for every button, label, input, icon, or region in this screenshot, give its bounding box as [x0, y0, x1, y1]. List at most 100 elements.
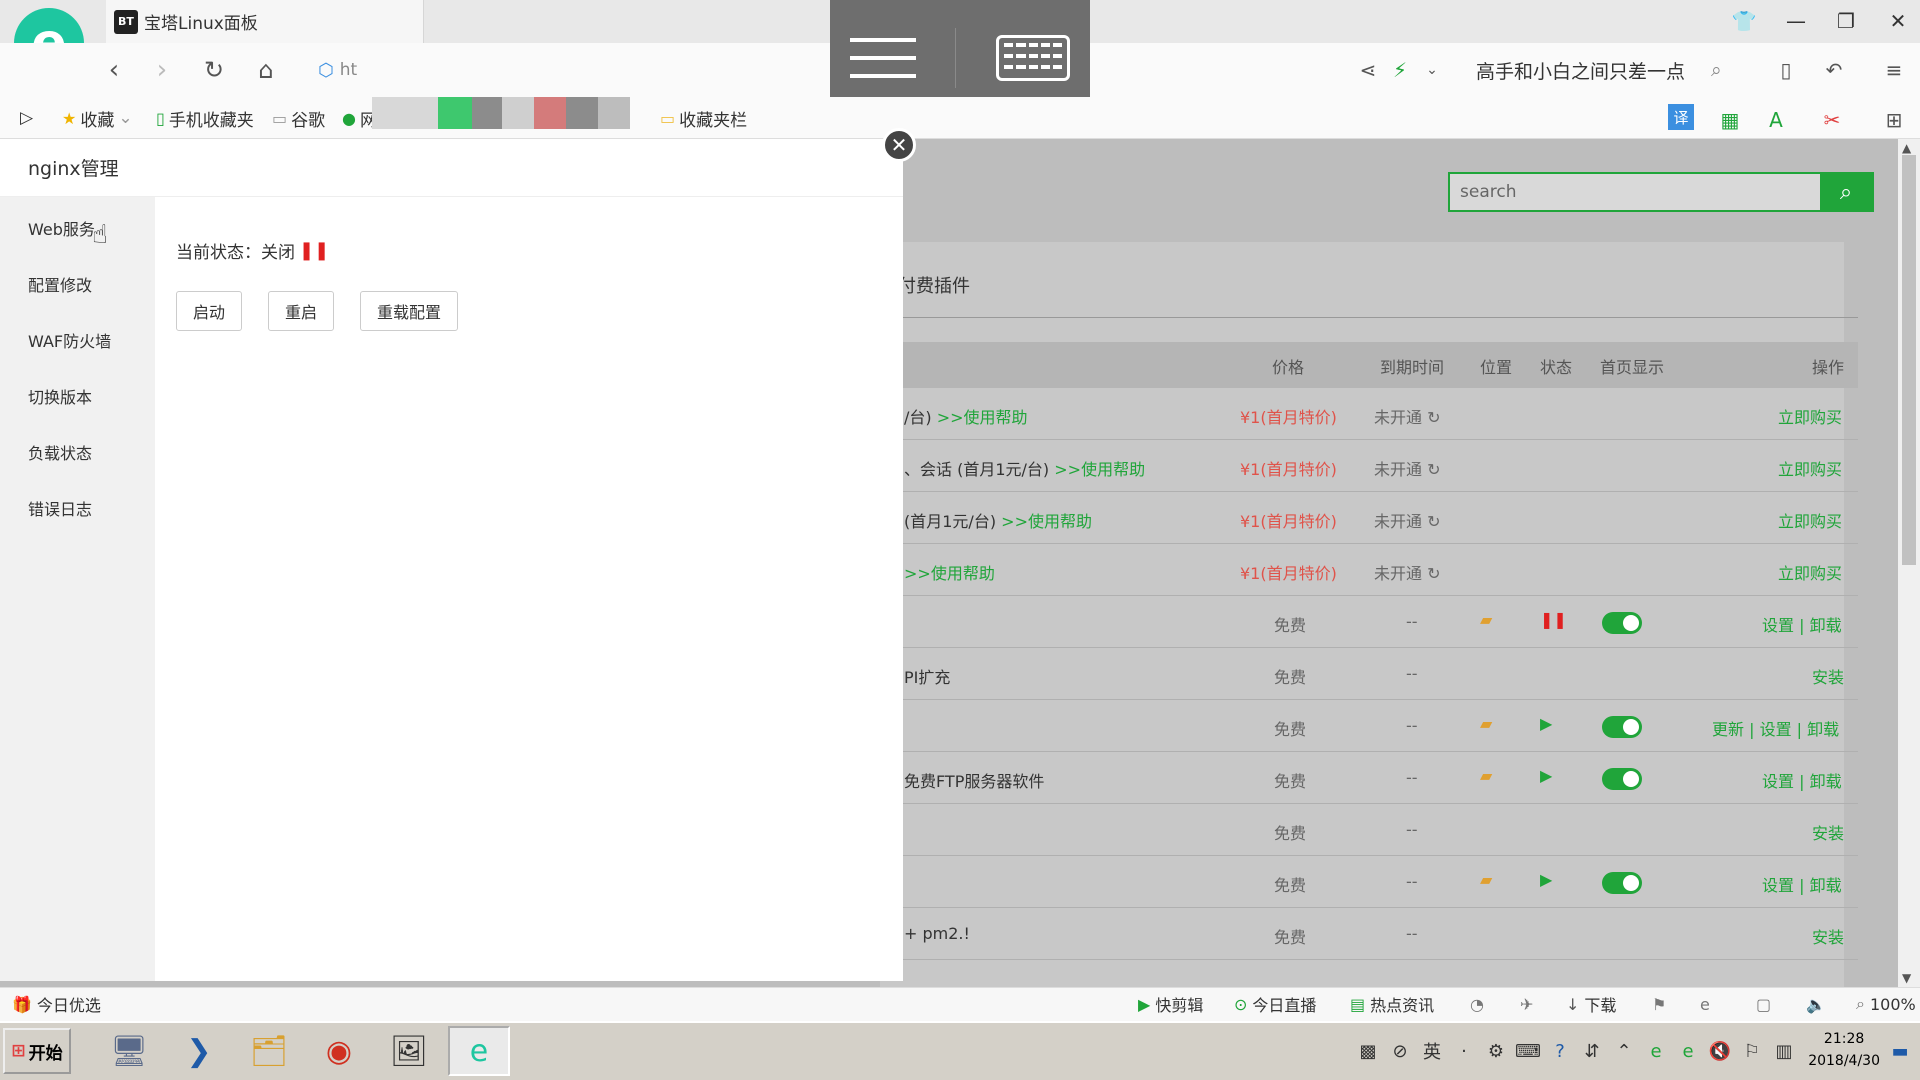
sidebar-toggle-icon[interactable]: ▷: [20, 104, 33, 132]
menu-web-service[interactable]: Web服务: [28, 216, 95, 240]
translate-icon[interactable]: 译: [1668, 104, 1694, 130]
browser-tray-icon[interactable]: e: [1640, 1041, 1672, 1062]
home-toggle[interactable]: [1602, 612, 1642, 634]
apps-grid-icon[interactable]: ⊞: [1878, 104, 1910, 136]
help-icon[interactable]: ?: [1544, 1041, 1576, 1062]
browser-tray-icon-2[interactable]: e: [1672, 1041, 1704, 1062]
page-scrollbar[interactable]: ▲ ▼: [1898, 139, 1920, 987]
window-icon[interactable]: ▢: [1756, 992, 1771, 1016]
refresh-icon[interactable]: ↻: [1427, 460, 1440, 479]
row-actions[interactable]: 设置 | 卸载: [1762, 872, 1842, 896]
close-window-button[interactable]: ✕: [1878, 6, 1918, 36]
help-link[interactable]: >>使用帮助: [1054, 460, 1145, 479]
hamburger-icon[interactable]: [849, 37, 916, 78]
sound-muted-icon[interactable]: 🔇: [1704, 1041, 1736, 1062]
block-icon[interactable]: ⊘: [1384, 1041, 1416, 1062]
address-bar[interactable]: ⬡ ht: [318, 56, 678, 84]
reader-icon[interactable]: ▦: [1714, 104, 1746, 136]
install-link[interactable]: 安装: [1812, 820, 1844, 844]
start-button[interactable]: 启动: [176, 291, 242, 331]
pin-icon[interactable]: ✈: [1520, 992, 1533, 1016]
start-button[interactable]: ⊞ 开始: [3, 1028, 71, 1074]
menu-error-log[interactable]: 错误日志: [28, 496, 92, 520]
chevron-down-icon[interactable]: ⌄: [1416, 54, 1448, 86]
menu-version[interactable]: 切换版本: [28, 384, 92, 408]
ie-icon[interactable]: e: [1700, 992, 1710, 1016]
minimize-button[interactable]: —: [1776, 6, 1816, 36]
reload-config-button[interactable]: 重载配置: [360, 291, 458, 331]
qr-icon[interactable]: ▩: [1352, 1041, 1384, 1062]
folder-icon[interactable]: ▰: [1480, 870, 1492, 889]
back-icon[interactable]: ‹: [96, 52, 132, 88]
buy-link[interactable]: 立即购买: [1778, 404, 1842, 428]
ime-indicator[interactable]: 英: [1416, 1038, 1448, 1064]
folder-icon[interactable]: ▰: [1480, 766, 1492, 785]
refresh-icon[interactable]: ↻: [1427, 564, 1440, 583]
row-actions[interactable]: 更新 | 设置 | 卸载: [1712, 716, 1839, 740]
quick-edit[interactable]: ▶ 快剪辑: [1138, 992, 1203, 1016]
help-link[interactable]: >>使用帮助: [937, 408, 1028, 427]
install-link[interactable]: 安装: [1812, 924, 1844, 948]
monitor-icon[interactable]: ▥: [1768, 1041, 1800, 1062]
scissors-icon[interactable]: ✂: [1816, 104, 1848, 136]
folder-icon[interactable]: ▰: [1480, 610, 1492, 629]
close-icon[interactable]: ✕: [882, 128, 916, 162]
keyboard-tray-icon[interactable]: ⌨: [1512, 1041, 1544, 1062]
buy-link[interactable]: 立即购买: [1778, 560, 1842, 584]
hot-news[interactable]: ▤ 热点资讯: [1350, 992, 1434, 1016]
pause-icon[interactable]: ❚❚: [1540, 610, 1567, 629]
show-desktop-icon[interactable]: ▬: [1884, 1041, 1916, 1062]
buy-link[interactable]: 立即购买: [1778, 508, 1842, 532]
folder-icon[interactable]: ▰: [1480, 714, 1492, 733]
refresh-icon[interactable]: ↻: [1427, 408, 1440, 427]
speed-dial-icon[interactable]: ◔: [1470, 992, 1484, 1016]
show-hidden-icon[interactable]: ⌃: [1608, 1041, 1640, 1062]
install-link[interactable]: 安装: [1812, 664, 1844, 688]
restore-button[interactable]: ❐: [1826, 6, 1866, 36]
photo-app-icon[interactable]: 🖼: [378, 1026, 440, 1076]
tray-menu-icon[interactable]: ⇵: [1576, 1041, 1608, 1062]
app-red-icon[interactable]: ◉: [308, 1026, 370, 1076]
bookmark-mobile[interactable]: ▯ 手机收藏夹: [156, 104, 254, 132]
bookmark-favorites[interactable]: ★ 收藏 ⌄: [62, 104, 133, 132]
downloads[interactable]: ↓ 下载: [1566, 992, 1616, 1016]
row-actions[interactable]: 设置 | 卸载: [1762, 612, 1842, 636]
powershell-icon[interactable]: ❯: [168, 1026, 230, 1076]
home-toggle[interactable]: [1602, 768, 1642, 790]
menu-config[interactable]: 配置修改: [28, 272, 92, 296]
browser-search-box[interactable]: 高手和小白之间只差一点 ⌕: [1476, 52, 1722, 88]
server-manager-icon[interactable]: 🖥: [98, 1026, 160, 1076]
menu-icon[interactable]: ≡: [1878, 54, 1910, 86]
refresh-icon[interactable]: ↻: [1427, 512, 1440, 531]
skin-icon[interactable]: 👕: [1724, 6, 1764, 36]
bookmark-google[interactable]: ▭ 谷歌: [272, 104, 325, 132]
bookmark-bar-folder[interactable]: ▭ 收藏夹栏: [660, 104, 747, 132]
menu-load-status[interactable]: 负载状态: [28, 440, 92, 464]
keyboard-icon[interactable]: [996, 34, 1071, 81]
refresh-icon[interactable]: ↻: [196, 52, 232, 88]
play-icon[interactable]: ▶: [1540, 870, 1552, 889]
browser-taskbar-icon[interactable]: e: [448, 1026, 510, 1076]
help-link[interactable]: >>使用帮助: [904, 564, 995, 583]
forward-icon[interactable]: ›: [144, 52, 180, 88]
volume-icon[interactable]: 🔈: [1806, 992, 1826, 1016]
extension-icon[interactable]: A: [1760, 104, 1792, 136]
play-icon[interactable]: ▶: [1540, 714, 1552, 733]
clock[interactable]: 21:28 2018/4/30: [1808, 1028, 1880, 1072]
network-icon[interactable]: ⚙: [1480, 1041, 1512, 1062]
home-toggle[interactable]: [1602, 716, 1642, 738]
undo-icon[interactable]: ↶: [1818, 54, 1850, 86]
flag-icon[interactable]: ⚑: [1652, 992, 1666, 1016]
home-toggle[interactable]: [1602, 872, 1642, 894]
explorer-icon[interactable]: 🗂: [238, 1026, 300, 1076]
share-icon[interactable]: ⋖: [1352, 54, 1384, 86]
search-input[interactable]: [1450, 174, 1820, 210]
row-actions[interactable]: 设置 | 卸载: [1762, 768, 1842, 792]
home-icon[interactable]: ⌂: [248, 52, 284, 88]
help-link[interactable]: >>使用帮助: [1001, 512, 1092, 531]
play-icon[interactable]: ▶: [1540, 766, 1552, 785]
menu-waf[interactable]: WAF防火墙: [28, 328, 111, 352]
tablet-icon[interactable]: ▯: [1770, 54, 1802, 86]
browser-tab[interactable]: BT 宝塔Linux面板: [106, 0, 424, 43]
buy-link[interactable]: 立即购买: [1778, 456, 1842, 480]
